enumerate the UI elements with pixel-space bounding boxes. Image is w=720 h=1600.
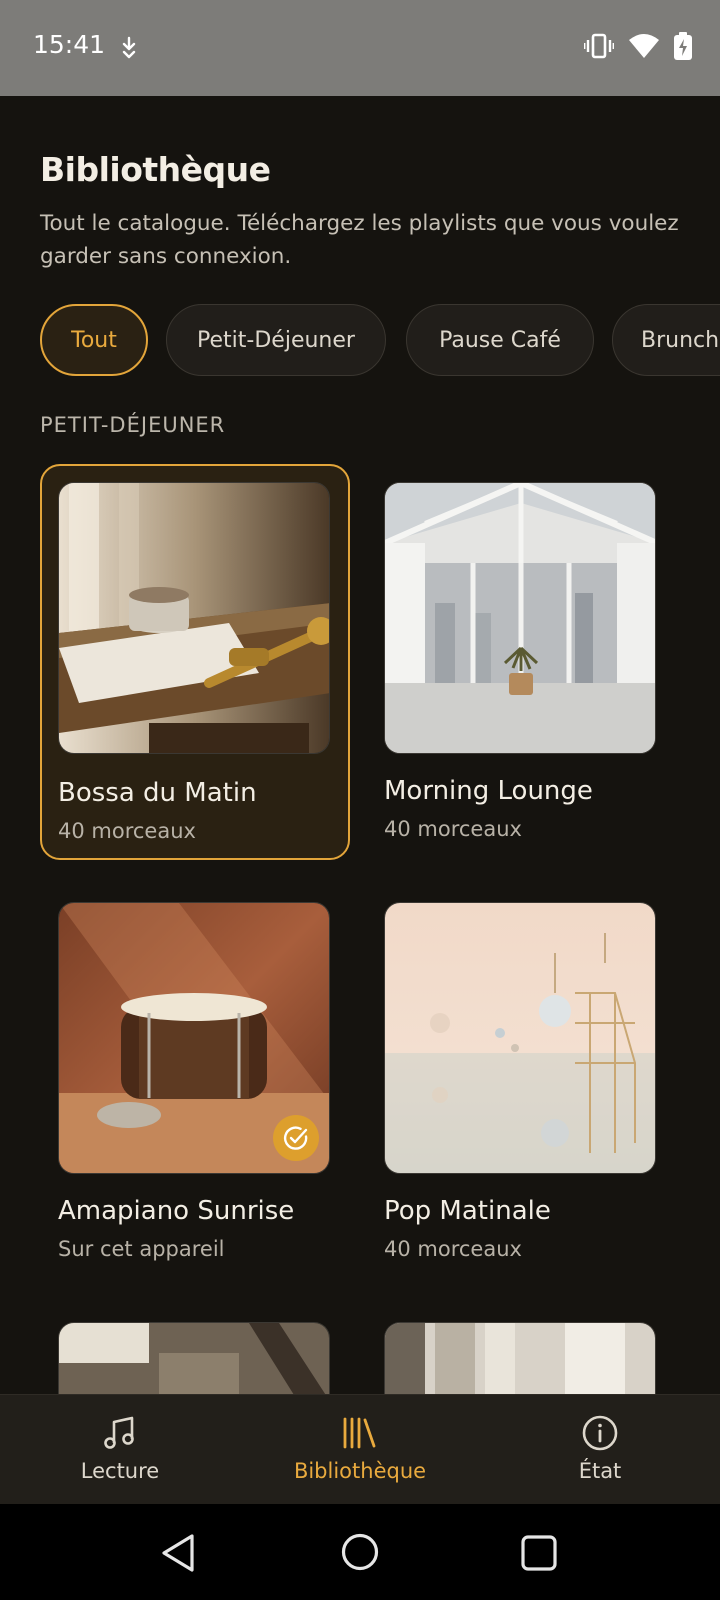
section-label: PETIT-DÉJEUNER <box>40 413 226 437</box>
battery-charging-icon <box>674 32 692 60</box>
page-title: Bibliothèque <box>40 150 271 189</box>
chip-brunch[interactable]: Brunch <box>612 304 720 376</box>
nav-item-etat[interactable]: État <box>500 1395 700 1505</box>
chip-label: Brunch <box>641 327 720 353</box>
filter-chips: Tout Petit-Déjeuner Pause Café Brunch <box>40 304 720 376</box>
nav-label: Bibliothèque <box>293 1459 427 1483</box>
status-bar: 15:41 <box>0 0 720 96</box>
check-circle-icon <box>283 1126 308 1150</box>
chip-petit-dejeuner[interactable]: Petit-Déjeuner <box>166 304 386 376</box>
recents-icon[interactable] <box>520 1534 558 1572</box>
home-icon[interactable] <box>340 1532 380 1572</box>
nav-item-bibliotheque[interactable]: Bibliothèque <box>260 1395 460 1505</box>
status-time: 15:41 <box>33 30 106 59</box>
chip-label: Petit-Déjeuner <box>197 327 355 353</box>
downloaded-badge <box>273 1115 319 1161</box>
playlist-track-count: 40 morceaux <box>384 1237 522 1261</box>
library-icon <box>343 1417 376 1449</box>
nav-label: Lecture <box>80 1459 160 1483</box>
playlist-card-bossa-du-matin[interactable]: Bossa du Matin 40 morceaux <box>40 464 350 860</box>
playlist-cover-image <box>58 902 330 1174</box>
playlist-title: Pop Matinale <box>384 1196 551 1226</box>
playlist-cover-image <box>384 482 656 754</box>
playlist-track-count: 40 morceaux <box>384 817 522 841</box>
vibrate-icon <box>584 33 614 59</box>
playlist-card-pop-matinale[interactable]: Pop Matinale 40 morceaux <box>366 884 676 1280</box>
chip-label: Pause Café <box>439 327 561 353</box>
system-navigation-bar <box>0 1504 720 1600</box>
chip-pause-cafe[interactable]: Pause Café <box>406 304 594 376</box>
chip-label: Tout <box>71 327 117 353</box>
playlist-status: Sur cet appareil <box>58 1237 225 1261</box>
playlist-cover-image-partial[interactable] <box>58 1322 330 1402</box>
playlist-cover-image <box>384 902 656 1174</box>
playlist-title: Morning Lounge <box>384 776 593 806</box>
playlist-title: Bossa du Matin <box>58 778 257 808</box>
page-subtitle: Tout le catalogue. Téléchargez les playl… <box>40 211 679 269</box>
nav-label: État <box>578 1459 622 1483</box>
back-icon[interactable] <box>158 1532 198 1574</box>
playlist-cover-image-partial[interactable] <box>384 1322 656 1402</box>
playlist-card-amapiano-sunrise[interactable]: Amapiano Sunrise Sur cet appareil <box>40 884 350 1280</box>
playlist-card-morning-lounge[interactable]: Morning Lounge 40 morceaux <box>366 464 676 860</box>
playlist-cover-image <box>58 482 330 754</box>
music-note-icon <box>104 1416 134 1449</box>
nav-item-lecture[interactable]: Lecture <box>20 1395 220 1505</box>
bottom-navigation: Lecture Bibliothèque État <box>0 1394 720 1504</box>
info-icon <box>582 1415 618 1451</box>
wifi-icon <box>629 34 659 58</box>
chip-tout[interactable]: Tout <box>40 304 148 376</box>
playlist-track-count: 40 morceaux <box>58 819 196 843</box>
playlist-title: Amapiano Sunrise <box>58 1196 295 1226</box>
download-status-icon <box>122 36 136 59</box>
